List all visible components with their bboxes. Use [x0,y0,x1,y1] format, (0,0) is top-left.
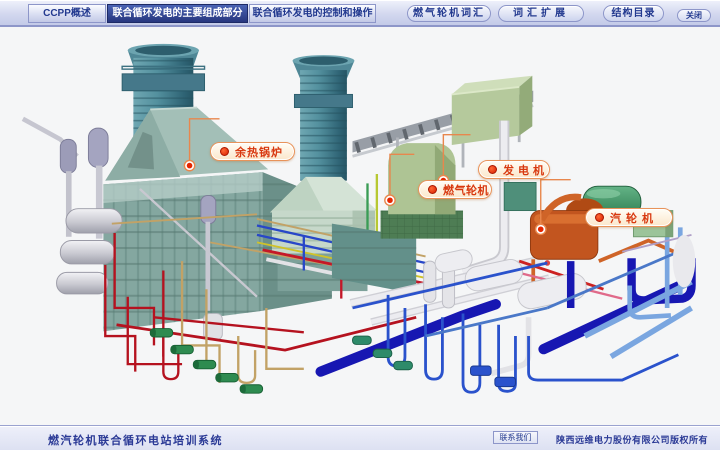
label-steam-turbine-text: 汽轮机 [610,210,658,226]
marker-dot-icon [488,165,497,174]
label-generator-text: 发电机 [503,162,548,178]
tab-main-components[interactable]: 联合循环发电的主要组成部分 [107,4,248,23]
label-gas-turbine-text: 燃气轮机 [443,182,489,198]
marker-dot-icon [220,147,229,156]
button-structure-directory[interactable]: 结构目录 [603,5,664,22]
button-gas-turbine-vocabulary[interactable]: 燃气轮机词汇 [407,5,491,22]
label-generator[interactable]: 发电机 [478,160,550,179]
button-vocabulary-extension[interactable]: 词汇扩展 [498,5,584,22]
hrsg-stack-2 [293,55,355,180]
plant-3d-viewport[interactable]: 余热锅炉 发电机 燃气轮机 汽轮机 [0,27,720,425]
marker-dot-icon [595,213,604,222]
marker-dot-icon [428,185,437,194]
tab-ccpp-overview[interactable]: CCPP概述 [28,4,106,23]
label-hrsg-text: 余热锅炉 [235,144,283,160]
label-hrsg[interactable]: 余热锅炉 [210,142,295,161]
copyright-text: 陕西远维电力股份有限公司版权所有 [556,433,708,446]
contact-us-button[interactable]: 联系我们 [493,431,538,444]
label-steam-turbine[interactable]: 汽轮机 [585,208,673,227]
hotspot-hrsg[interactable] [184,160,194,170]
ccpp-training-app: CCPP概述 联合循环发电的主要组成部分 联合循环发电的控制和操作 燃气轮机词汇… [0,0,720,450]
status-bar: 燃汽轮机联合循环电站培训系统 联系我们 陕西远维电力股份有限公司版权所有 [0,425,720,450]
close-button[interactable]: 关闭 [677,9,711,22]
hotspot-steam-turbine[interactable] [536,224,546,234]
label-gas-turbine[interactable]: 燃气轮机 [418,180,492,199]
tab-control-operation[interactable]: 联合循环发电的控制和操作 [249,4,376,23]
system-title: 燃汽轮机联合循环电站培训系统 [48,432,223,448]
hotspot-gas-turbine[interactable] [385,195,395,205]
toolbar: CCPP概述 联合循环发电的主要组成部分 联合循环发电的控制和操作 燃气轮机词汇… [0,0,720,27]
